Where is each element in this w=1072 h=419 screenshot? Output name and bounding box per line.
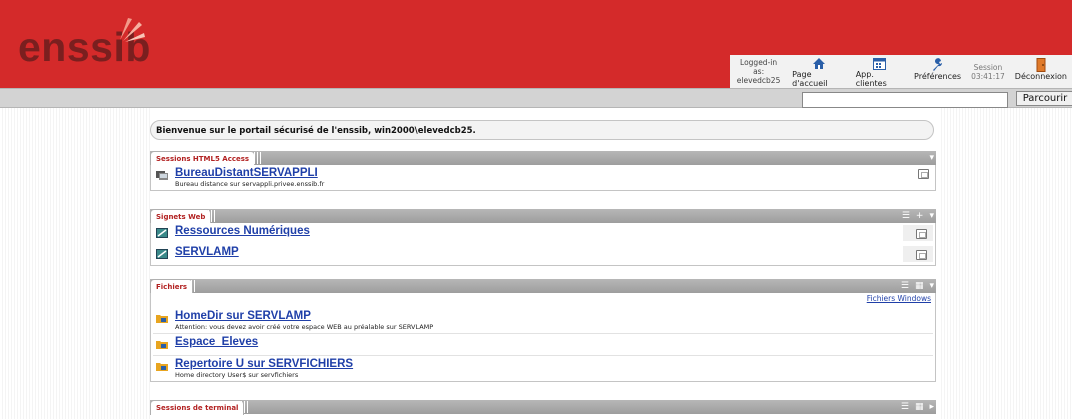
main-content: Bienvenue sur le portail sécurisé de l'e… — [150, 108, 940, 419]
home-button[interactable]: Page d'accueil — [787, 55, 851, 88]
session-timer: Session 03:41:17 — [966, 55, 1010, 88]
item-description: Attention: vous devez avoir créé votre e… — [175, 323, 434, 331]
grid-view-icon[interactable]: ▦ — [915, 402, 924, 412]
collapse-icon[interactable]: ▾ — [929, 281, 934, 291]
section-header-bar — [150, 209, 936, 223]
toolbar: Parcourir — [0, 88, 1072, 108]
folder-icon — [156, 315, 168, 323]
open-new-window-icon[interactable] — [916, 250, 927, 260]
list-view-icon[interactable]: ☰ — [902, 211, 910, 221]
expand-icon[interactable]: ▸ — [929, 402, 934, 412]
web-bookmarks-section: Signets Web ☰ + ▾ Ressources Numériques … — [150, 209, 936, 266]
list-item: SERVLAMP — [151, 244, 935, 265]
section-title: Signets Web — [150, 209, 212, 224]
section-header-bar — [150, 400, 936, 414]
list-item: HomeDir sur SERVLAMP Attention: vous dev… — [151, 308, 935, 333]
web-bookmark-icon — [156, 228, 168, 238]
section-title: Sessions de terminal — [150, 400, 245, 415]
section-header-bar — [150, 151, 936, 165]
grid-view-icon[interactable]: ▦ — [915, 281, 924, 291]
welcome-message: Bienvenue sur le portail sécurisé de l'e… — [150, 120, 934, 140]
logout-door-icon — [1036, 57, 1046, 72]
add-bookmark-icon[interactable]: + — [916, 211, 924, 221]
terminal-sessions-section: Sessions de terminal ☰ ▦ ▸ — [150, 400, 936, 415]
repertoire-u-link[interactable]: Repertoire U sur SERVFICHIERS — [175, 358, 353, 370]
open-new-window-icon[interactable] — [916, 229, 927, 239]
folder-icon — [156, 363, 168, 371]
search-input[interactable] — [802, 92, 1008, 108]
list-view-icon[interactable]: ☰ — [901, 402, 909, 412]
open-new-window-icon[interactable] — [918, 169, 929, 179]
html5-sessions-section: Sessions HTML5 Access ▾ BureauDistantSER… — [150, 151, 936, 191]
espace-eleves-link[interactable]: Espace_Eleves — [175, 336, 258, 348]
client-apps-button[interactable]: App. clientes — [851, 55, 909, 88]
home-icon — [812, 58, 825, 69]
section-title: Sessions HTML5 Access — [150, 151, 256, 166]
list-item: Espace_Eleves — [151, 334, 935, 355]
homedir-servlamp-link[interactable]: HomeDir sur SERVLAMP — [175, 310, 311, 322]
session-time: 03:41:17 — [971, 71, 1005, 81]
ressources-numeriques-link[interactable]: Ressources Numériques — [175, 225, 310, 237]
item-description: Bureau distance sur servappli.privee.ens… — [175, 180, 325, 188]
logout-label: Déconnexion — [1014, 72, 1067, 81]
logged-in-label: Logged-in as: — [740, 58, 778, 76]
windows-files-link[interactable]: Fichiers Windows — [867, 294, 931, 303]
item-description: Home directory User$ sur servfichiers — [175, 371, 299, 379]
bureau-distant-link[interactable]: BureauDistantSERVAPPLI — [175, 167, 318, 179]
servlamp-link[interactable]: SERVLAMP — [175, 246, 239, 258]
apps-icon — [873, 57, 887, 70]
list-item: Repertoire U sur SERVFICHIERS Home direc… — [151, 356, 935, 381]
wrench-icon — [933, 58, 943, 71]
section-title: Fichiers — [150, 279, 194, 294]
logout-button[interactable]: Déconnexion — [1010, 55, 1072, 88]
list-item: BureauDistantSERVAPPLI Bureau distance s… — [151, 165, 935, 190]
collapse-icon[interactable]: ▾ — [929, 153, 934, 163]
username: elevedcb25 — [736, 76, 781, 85]
folder-icon — [156, 341, 168, 349]
logged-in-info: Logged-in as: elevedcb25 — [730, 55, 787, 88]
logo-rays-icon — [120, 18, 145, 42]
list-item: Ressources Numériques — [151, 223, 935, 244]
preferences-label: Préférences — [914, 72, 962, 81]
remote-desktop-icon — [156, 171, 168, 180]
session-label: Session — [973, 62, 1003, 72]
home-label: Page d'accueil — [792, 70, 828, 88]
top-navigation: Logged-in as: elevedcb25 Page d'accueil … — [730, 55, 1072, 88]
browse-button[interactable]: Parcourir — [1016, 91, 1072, 106]
preferences-button[interactable]: Préférences — [909, 55, 966, 88]
section-header-bar — [150, 279, 936, 293]
header-bar: enssib Logged-in as: elevedcb25 Page d'a… — [0, 0, 1072, 88]
web-bookmark-icon — [156, 249, 168, 259]
files-section: Fichiers ☰ ▦ ▾ Fichiers Windows HomeDir … — [150, 279, 936, 382]
collapse-icon[interactable]: ▾ — [929, 211, 934, 221]
client-apps-label: App. clientes — [855, 70, 887, 88]
list-view-icon[interactable]: ☰ — [901, 281, 909, 291]
